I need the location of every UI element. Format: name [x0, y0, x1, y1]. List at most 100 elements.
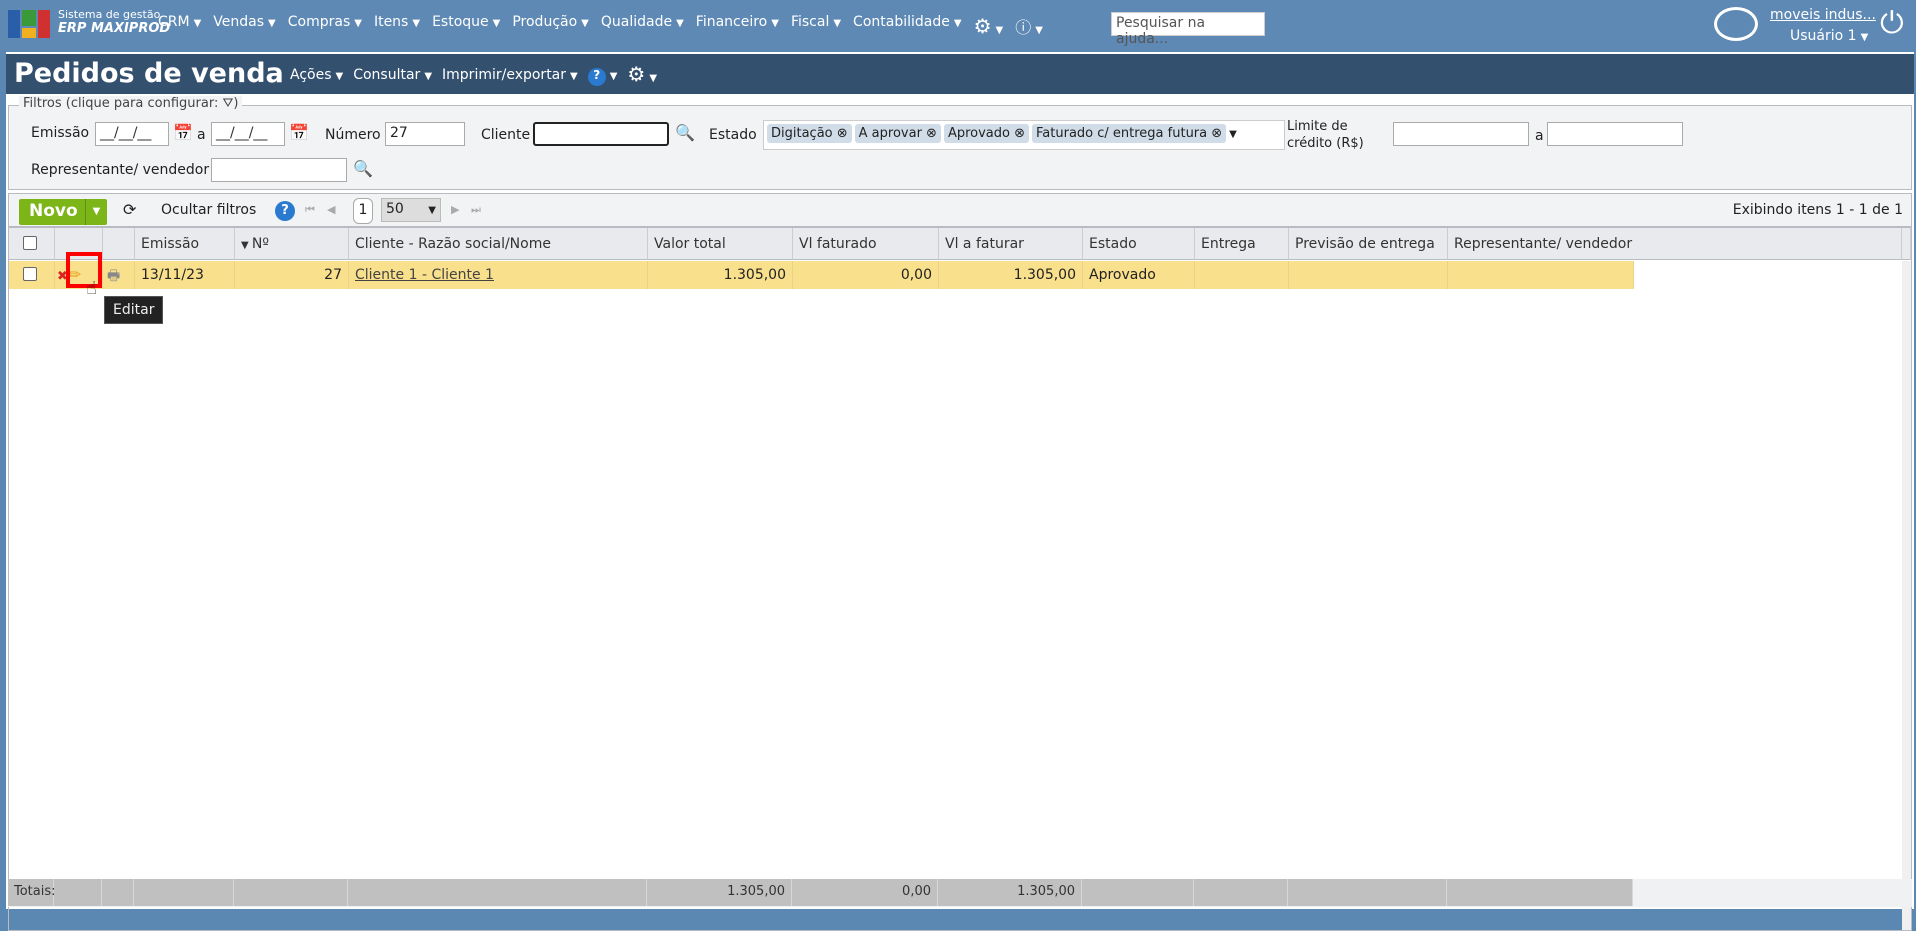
estado-chip[interactable]: Digitação ⊗: [767, 124, 852, 143]
settings-menu[interactable]: ⚙ ▼: [974, 14, 1004, 38]
representante-input[interactable]: [211, 158, 347, 182]
menu-itens[interactable]: Itens ▼: [374, 14, 420, 38]
help-icon: ?: [587, 68, 606, 86]
help-button[interactable]: ? ▼: [587, 67, 617, 86]
menu-contabilidade[interactable]: Contabilidade ▼: [853, 14, 962, 38]
cell-previsao: [1289, 261, 1448, 289]
totals-blank: [134, 879, 234, 906]
header-previsao[interactable]: Previsão de entrega: [1289, 228, 1448, 260]
total-vl-faturado: 0,00: [792, 879, 938, 906]
row-checkbox[interactable]: [9, 261, 55, 289]
user-menu[interactable]: Usuário 1 ▼: [1790, 28, 1868, 44]
menu-qualidade[interactable]: Qualidade ▼: [601, 14, 684, 38]
header-estado[interactable]: Estado: [1083, 228, 1195, 260]
menu-crm[interactable]: CRM ▼: [158, 14, 201, 38]
header-scroll-spacer: [1902, 228, 1911, 260]
page-menu: Ações ▼ Consultar ▼ Imprimir/exportar ▼ ? ▼ …: [290, 64, 667, 86]
cliente-label: Cliente: [481, 127, 531, 143]
menu-fiscal[interactable]: Fiscal ▼: [791, 14, 841, 38]
menu-consultar[interactable]: Consultar ▼: [353, 67, 432, 86]
cell-representante: [1448, 261, 1634, 289]
menu-producao[interactable]: Produção ▼: [512, 14, 589, 38]
calendar-icon[interactable]: 📅: [289, 123, 309, 142]
next-page-icon[interactable]: ▶: [451, 203, 459, 216]
refresh-icon[interactable]: ⟳: [123, 200, 136, 219]
chevron-down-icon[interactable]: ▼: [1229, 129, 1237, 140]
totals-blank: [1288, 879, 1447, 906]
header-cliente[interactable]: Cliente - Razão social/Nome: [349, 228, 648, 260]
estado-multiselect[interactable]: Digitação ⊗ A aprovar ⊗ Aprovado ⊗ Faturado…: [763, 120, 1285, 150]
power-icon[interactable]: ⏻: [1880, 6, 1904, 41]
emissao-from-input[interactable]: __/__/__: [95, 122, 169, 146]
chat-icon[interactable]: [1714, 7, 1758, 41]
cell-numero: 27: [235, 261, 349, 289]
calendar-icon[interactable]: 📅: [173, 123, 193, 142]
menu-acoes[interactable]: Ações ▼: [290, 67, 343, 86]
page-size-select[interactable]: 50 ▼: [381, 198, 441, 222]
items-info: Exibindo itens 1 - 1 de 1: [1732, 202, 1903, 218]
cliente-link[interactable]: Cliente 1 - Cliente 1: [349, 261, 648, 289]
help-search-input[interactable]: Pesquisar na ajuda...: [1111, 12, 1265, 47]
novo-dropdown[interactable]: ▼: [85, 199, 107, 225]
header-emissao[interactable]: Emissão: [135, 228, 235, 260]
numero-input[interactable]: 27: [385, 122, 465, 146]
total-vl-a-faturar: 1.305,00: [938, 879, 1082, 906]
ocultar-filtros-button[interactable]: Ocultar filtros: [161, 202, 256, 218]
totals-blank: [1447, 879, 1633, 906]
estado-chip[interactable]: A aprovar ⊗: [854, 124, 941, 143]
header-numero[interactable]: ▼ Nº: [235, 228, 349, 260]
filters-panel: Filtros (clique para configurar: ⛛) Emis…: [8, 96, 1912, 190]
grid-toolbar: Novo ▼ ⟳ Ocultar filtros ? ⏮ ◀ 1 50 ▼ ▶ ⏭ …: [8, 193, 1912, 227]
totals-blank: [1194, 879, 1288, 906]
menu-imprimir-exportar[interactable]: Imprimir/exportar ▼: [442, 67, 578, 86]
last-page-icon[interactable]: ⏭: [471, 203, 481, 217]
range-separator: a: [1535, 128, 1544, 144]
limite-from-input[interactable]: [1393, 122, 1529, 146]
erp-logo[interactable]: [8, 10, 52, 38]
header-vl-faturado[interactable]: Vl faturado: [793, 228, 939, 260]
cliente-input[interactable]: [533, 122, 669, 146]
brand-text: Sistema de gestão ERP MAXIPROD: [58, 8, 171, 36]
select-all-checkbox[interactable]: [9, 228, 55, 260]
total-valor-total: 1.305,00: [647, 879, 792, 906]
estado-chip[interactable]: Faturado c/ entrega futura ⊗: [1032, 124, 1227, 143]
prev-page-icon[interactable]: ◀: [327, 203, 335, 216]
menu-financeiro[interactable]: Financeiro ▼: [696, 14, 779, 38]
vertical-scrollbar[interactable]: [1902, 261, 1911, 930]
filters-legend[interactable]: Filtros (clique para configurar: ⛛): [19, 96, 243, 111]
cell-valor-total: 1.305,00: [648, 261, 793, 289]
first-page-icon[interactable]: ⏮: [305, 203, 315, 217]
novo-button[interactable]: Novo ▼: [19, 199, 107, 225]
emissao-to-input[interactable]: __/__/__: [211, 122, 285, 146]
header-entrega[interactable]: Entrega: [1195, 228, 1289, 260]
company-link[interactable]: moveis indus...: [1770, 7, 1876, 23]
limite-to-input[interactable]: [1547, 122, 1683, 146]
search-icon[interactable]: 🔍: [675, 123, 695, 142]
menu-estoque[interactable]: Estoque ▼: [432, 14, 500, 38]
estado-chip[interactable]: Aprovado ⊗: [943, 124, 1030, 143]
header-representante[interactable]: Representante/ vendedor: [1448, 228, 1902, 260]
cursor-hand-icon: ☝: [86, 278, 97, 299]
menu-vendas[interactable]: Vendas ▼: [213, 14, 275, 38]
edit-tooltip: Editar: [104, 296, 164, 324]
totals-blank: [54, 879, 102, 906]
print-icon[interactable]: 🖶: [103, 261, 135, 289]
limite-credito-label: Limite de crédito (R$): [1287, 119, 1364, 151]
page-header: Pedidos de venda Ações ▼ Consultar ▼ Impri…: [6, 54, 1914, 94]
search-icon[interactable]: 🔍: [353, 159, 373, 178]
cell-emissao: 13/11/23: [135, 261, 235, 289]
emissao-label: Emissão: [31, 125, 90, 141]
estado-label: Estado: [709, 127, 757, 143]
cell-estado: Aprovado: [1083, 261, 1195, 289]
page-number-input[interactable]: 1: [353, 198, 373, 224]
date-range-separator: a: [197, 127, 206, 143]
header-valor-total[interactable]: Valor total: [648, 228, 793, 260]
help-icon[interactable]: ?: [275, 201, 295, 221]
totals-blank: [102, 879, 134, 906]
help-menu[interactable]: ⓘ ▼: [1015, 14, 1043, 38]
menu-compras[interactable]: Compras ▼: [288, 14, 362, 38]
page-settings-button[interactable]: ⚙ ▼: [627, 64, 657, 86]
header-vl-a-faturar[interactable]: Vl a faturar: [939, 228, 1083, 260]
totals-blank: [1082, 879, 1194, 906]
gear-icon: ⚙: [973, 14, 992, 38]
